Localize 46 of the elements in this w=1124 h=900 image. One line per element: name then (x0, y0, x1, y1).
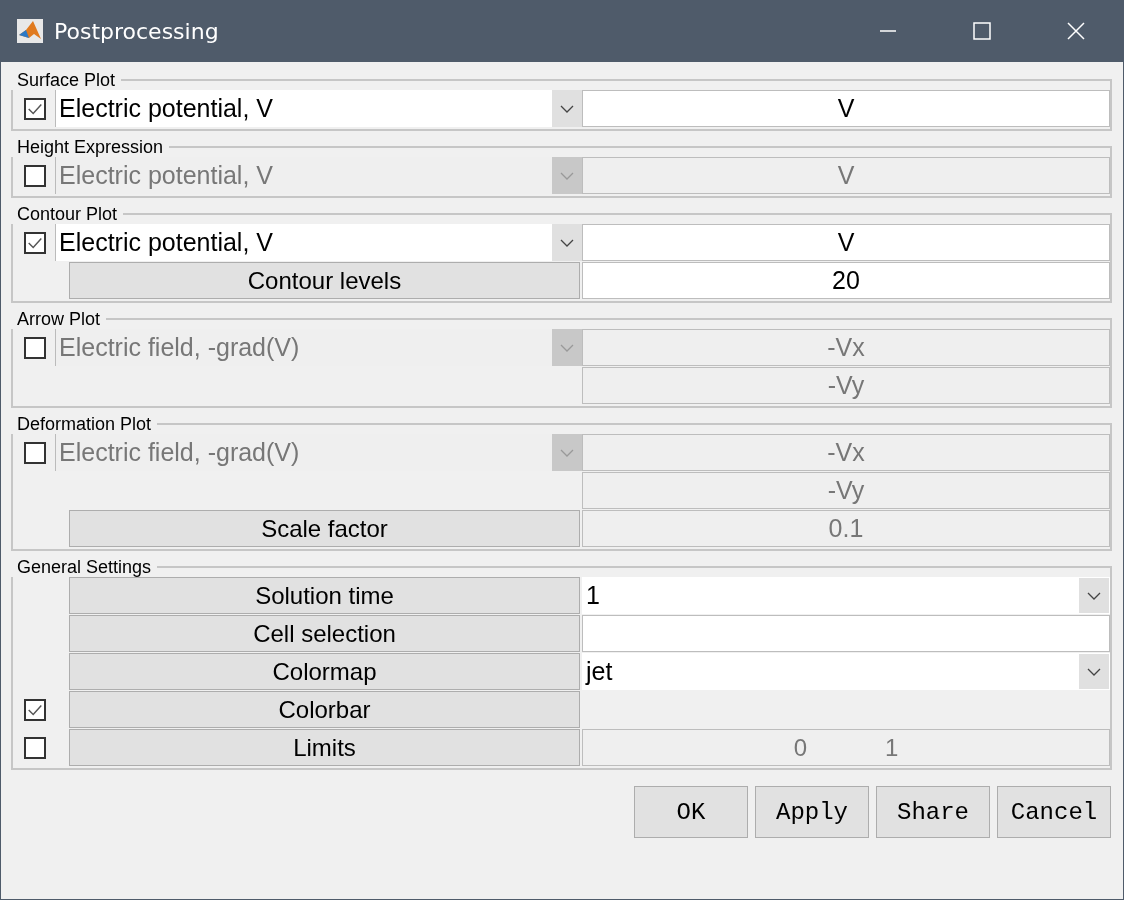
checkbox[interactable] (24, 736, 46, 759)
input-field[interactable]: V (582, 224, 1110, 261)
chevron-down-icon (1086, 590, 1102, 601)
group-title: Contour Plot (16, 204, 119, 224)
checkbox[interactable] (24, 97, 46, 120)
group-title: General Settings (16, 557, 153, 577)
label-button[interactable]: Solution time (69, 577, 580, 614)
input-field[interactable]: 20 (582, 262, 1110, 299)
chevron-down-icon (559, 447, 575, 458)
label-button[interactable]: Contour levels (69, 262, 580, 299)
checkbox[interactable] (24, 698, 46, 721)
group-title: Arrow Plot (16, 309, 102, 329)
label-button[interactable]: Cell selection (69, 615, 580, 652)
chevron-down-icon (559, 237, 575, 248)
dropdown[interactable]: Electric potential, V (55, 224, 582, 261)
input-field[interactable] (582, 615, 1110, 652)
group-title: Surface Plot (16, 70, 117, 90)
dropdown[interactable]: 1 (582, 577, 1110, 614)
chevron-down-icon (1086, 666, 1102, 677)
checkbox[interactable] (24, 336, 46, 359)
chevron-down-icon (559, 170, 575, 181)
label-button[interactable]: Colormap (69, 653, 580, 690)
chevron-down-icon (559, 342, 575, 353)
limit-value: 1 (885, 733, 899, 762)
label-button[interactable]: Scale factor (69, 510, 580, 547)
peak-surface-icon (16, 17, 44, 45)
close-icon (1066, 21, 1086, 41)
checkbox[interactable] (24, 231, 46, 254)
dropdown[interactable]: Electric potential, V (55, 90, 582, 127)
maximize-icon (972, 21, 992, 41)
dialog-button[interactable]: OK (634, 786, 748, 838)
dialog-button[interactable]: Apply (755, 786, 869, 838)
label-button[interactable]: Colorbar (69, 691, 580, 728)
group-title: Height Expression (16, 137, 165, 157)
dialog-button[interactable]: Share (876, 786, 990, 838)
checkbox[interactable] (24, 164, 46, 187)
minimize-icon (880, 30, 896, 32)
dropdown[interactable]: jet (582, 653, 1110, 690)
chevron-down-icon (559, 103, 575, 114)
label-button[interactable]: Limits (69, 729, 580, 766)
group-title: Deformation Plot (16, 414, 153, 434)
input-field[interactable]: V (582, 90, 1110, 127)
limit-value: 0 (793, 733, 807, 762)
dialog-button[interactable]: Cancel (997, 786, 1111, 838)
checkbox[interactable] (24, 441, 46, 464)
window-title: Postprocessing (54, 18, 219, 44)
